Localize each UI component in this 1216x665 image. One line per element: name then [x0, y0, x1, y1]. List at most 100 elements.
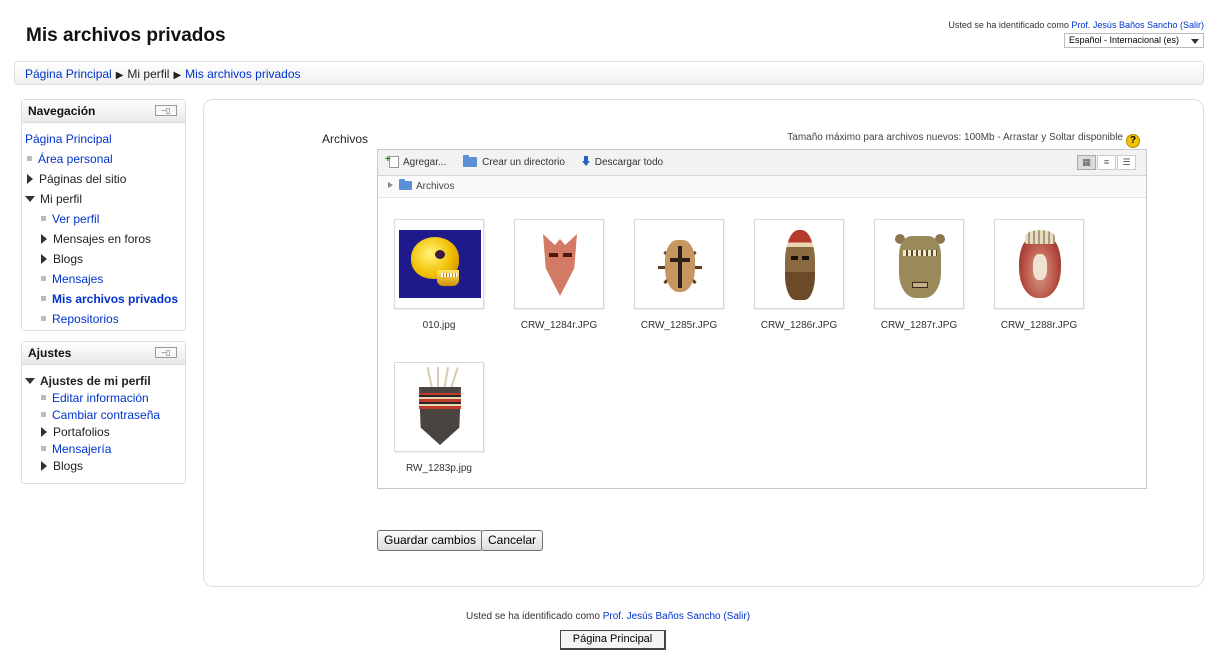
- icons-view-icon[interactable]: ▦: [1077, 155, 1096, 170]
- navigation-block-header: Navegación –▯: [22, 100, 185, 123]
- nav-item-my-profile-label[interactable]: Mi perfil: [40, 192, 82, 206]
- help-icon[interactable]: ?: [1126, 134, 1140, 148]
- file-thumbnail[interactable]: [394, 219, 484, 309]
- file-name[interactable]: CRW_1285r.JPG: [633, 320, 725, 331]
- file-thumbnail[interactable]: [394, 362, 484, 452]
- settings-item-profile-settings-label[interactable]: Ajustes de mi perfil: [40, 374, 151, 388]
- breadcrumb: Página Principal ▶ Mi perfil ▶ Mis archivos …: [14, 61, 1204, 85]
- nav-item-site-pages-label[interactable]: Páginas del sitio: [39, 172, 126, 186]
- file-item[interactable]: CRW_1288r.JPG: [993, 219, 1085, 331]
- settings-item-profile-settings[interactable]: Ajustes de mi perfil: [25, 373, 182, 390]
- create-directory-button[interactable]: Crear un directorio: [463, 155, 565, 168]
- settings-item-portfolios-label[interactable]: Portafolios: [53, 425, 110, 439]
- logout-link[interactable]: (Salir): [1180, 20, 1204, 30]
- nav-item-repositories[interactable]: Repositorios: [25, 309, 182, 329]
- footer-login-info: Usted se ha identificado como Prof. Jesú…: [0, 611, 1216, 622]
- nav-item-home-label[interactable]: Página Principal: [25, 132, 112, 146]
- file-item[interactable]: CRW_1284r.JPG: [513, 219, 605, 331]
- expand-arrow-icon[interactable]: [41, 427, 47, 437]
- settings-item-messaging[interactable]: Mensajería: [25, 441, 182, 458]
- breadcrumb-separator-icon: ▶: [115, 70, 124, 81]
- add-file-label: Agregar...: [403, 157, 447, 168]
- settings-item-messaging-label[interactable]: Mensajería: [52, 442, 111, 456]
- file-thumbnail[interactable]: [994, 219, 1084, 309]
- nav-item-view-profile[interactable]: Ver perfil: [25, 209, 182, 229]
- nav-item-blogs[interactable]: Blogs: [25, 249, 182, 269]
- file-item[interactable]: CRW_1286r.JPG: [753, 219, 845, 331]
- expand-arrow-icon[interactable]: [27, 174, 33, 184]
- file-item[interactable]: CRW_1285r.JPG: [633, 219, 725, 331]
- nav-item-site-pages[interactable]: Páginas del sitio: [25, 169, 182, 189]
- settings-block-title: Ajustes: [28, 346, 72, 360]
- nav-item-private-files-label[interactable]: Mis archivos privados: [52, 292, 178, 306]
- file-name[interactable]: CRW_1284r.JPG: [513, 320, 605, 331]
- navigation-block-title: Navegación: [28, 104, 96, 118]
- settings-item-portfolios[interactable]: Portafolios: [25, 424, 182, 441]
- block-dock-icon[interactable]: –▯: [155, 105, 177, 116]
- file-name[interactable]: CRW_1287r.JPG: [873, 320, 965, 331]
- cancel-button[interactable]: Cancelar: [481, 530, 544, 551]
- nav-item-forum-posts[interactable]: Mensajes en foros: [25, 229, 182, 249]
- chevron-down-icon: [1191, 39, 1199, 44]
- collapse-arrow-icon[interactable]: [25, 377, 35, 384]
- nav-item-my-profile[interactable]: Mi perfil: [25, 189, 182, 209]
- settings-item-blogs-label[interactable]: Blogs: [53, 459, 83, 473]
- file-name[interactable]: CRW_1286r.JPG: [753, 320, 845, 331]
- nav-item-blogs-label[interactable]: Blogs: [53, 252, 83, 266]
- file-name[interactable]: 010.jpg: [393, 320, 485, 331]
- language-select[interactable]: Español - Internacional (es): [1064, 33, 1204, 48]
- file-thumbnail[interactable]: [874, 219, 964, 309]
- list-view-icon[interactable]: ≡: [1097, 155, 1116, 170]
- settings-item-change-password[interactable]: Cambiar contraseña: [25, 407, 182, 424]
- file-thumbnail[interactable]: [634, 219, 724, 309]
- user-profile-link[interactable]: Prof. Jesús Baños Sancho: [1071, 20, 1177, 30]
- breadcrumb-home[interactable]: Página Principal: [25, 67, 112, 81]
- file-name[interactable]: CRW_1288r.JPG: [993, 320, 1085, 331]
- nav-item-forum-posts-label[interactable]: Mensajes en foros: [53, 232, 151, 246]
- nav-item-private-files[interactable]: Mis archivos privados: [25, 289, 182, 309]
- breadcrumb-profile: Mi perfil: [127, 67, 170, 81]
- view-mode-group: ▦ ≡ ☰: [1076, 155, 1136, 170]
- bullet-icon: [41, 276, 46, 282]
- file-name[interactable]: RW_1283p.jpg: [393, 463, 485, 474]
- login-info: Usted se ha identificado como Prof. Jesú…: [948, 20, 1204, 30]
- file-thumbnail[interactable]: [754, 219, 844, 309]
- block-dock-icon[interactable]: –▯: [155, 347, 177, 358]
- download-all-button[interactable]: Descargar todo: [581, 156, 663, 168]
- save-changes-button[interactable]: Guardar cambios: [377, 530, 484, 551]
- footer-logout-link[interactable]: (Salir): [723, 611, 750, 622]
- expand-arrow-icon[interactable]: [41, 234, 47, 244]
- folder-add-icon: [463, 155, 478, 167]
- footer-home-button[interactable]: Página Principal: [560, 630, 666, 650]
- settings-item-edit-info-label[interactable]: Editar información: [52, 391, 149, 405]
- add-file-icon: [385, 155, 399, 168]
- nav-item-view-profile-label[interactable]: Ver perfil: [52, 212, 99, 226]
- folder-icon: [399, 179, 412, 190]
- nav-item-dashboard[interactable]: Área personal: [25, 149, 182, 169]
- bullet-icon: [41, 446, 46, 452]
- settings-item-change-password-label[interactable]: Cambiar contraseña: [52, 408, 160, 422]
- bullet-icon: [41, 395, 46, 401]
- path-root-link[interactable]: Archivos: [416, 181, 454, 192]
- expand-arrow-icon[interactable]: [41, 254, 47, 264]
- create-directory-label: Crear un directorio: [482, 157, 565, 168]
- nav-item-messages-label[interactable]: Mensajes: [52, 272, 103, 286]
- settings-item-edit-info[interactable]: Editar información: [25, 390, 182, 407]
- breadcrumb-private-files[interactable]: Mis archivos privados: [185, 67, 300, 81]
- footer-user-profile-link[interactable]: Prof. Jesús Baños Sancho: [603, 611, 721, 622]
- expand-arrow-icon[interactable]: [41, 461, 47, 471]
- mask-image-icon: [785, 230, 815, 300]
- file-item[interactable]: 010.jpg: [393, 219, 485, 331]
- file-item[interactable]: RW_1283p.jpg: [393, 362, 485, 474]
- nav-item-repositories-label[interactable]: Repositorios: [52, 312, 119, 326]
- file-item[interactable]: CRW_1287r.JPG: [873, 219, 965, 331]
- add-file-button[interactable]: Agregar...: [385, 155, 447, 168]
- settings-item-blogs[interactable]: Blogs: [25, 458, 182, 475]
- nav-item-home[interactable]: Página Principal: [25, 129, 182, 149]
- bullet-icon: [41, 216, 46, 222]
- nav-item-messages[interactable]: Mensajes: [25, 269, 182, 289]
- collapse-arrow-icon[interactable]: [25, 195, 35, 202]
- tree-view-icon[interactable]: ☰: [1117, 155, 1136, 170]
- file-thumbnail[interactable]: [514, 219, 604, 309]
- nav-item-dashboard-label[interactable]: Área personal: [38, 152, 113, 166]
